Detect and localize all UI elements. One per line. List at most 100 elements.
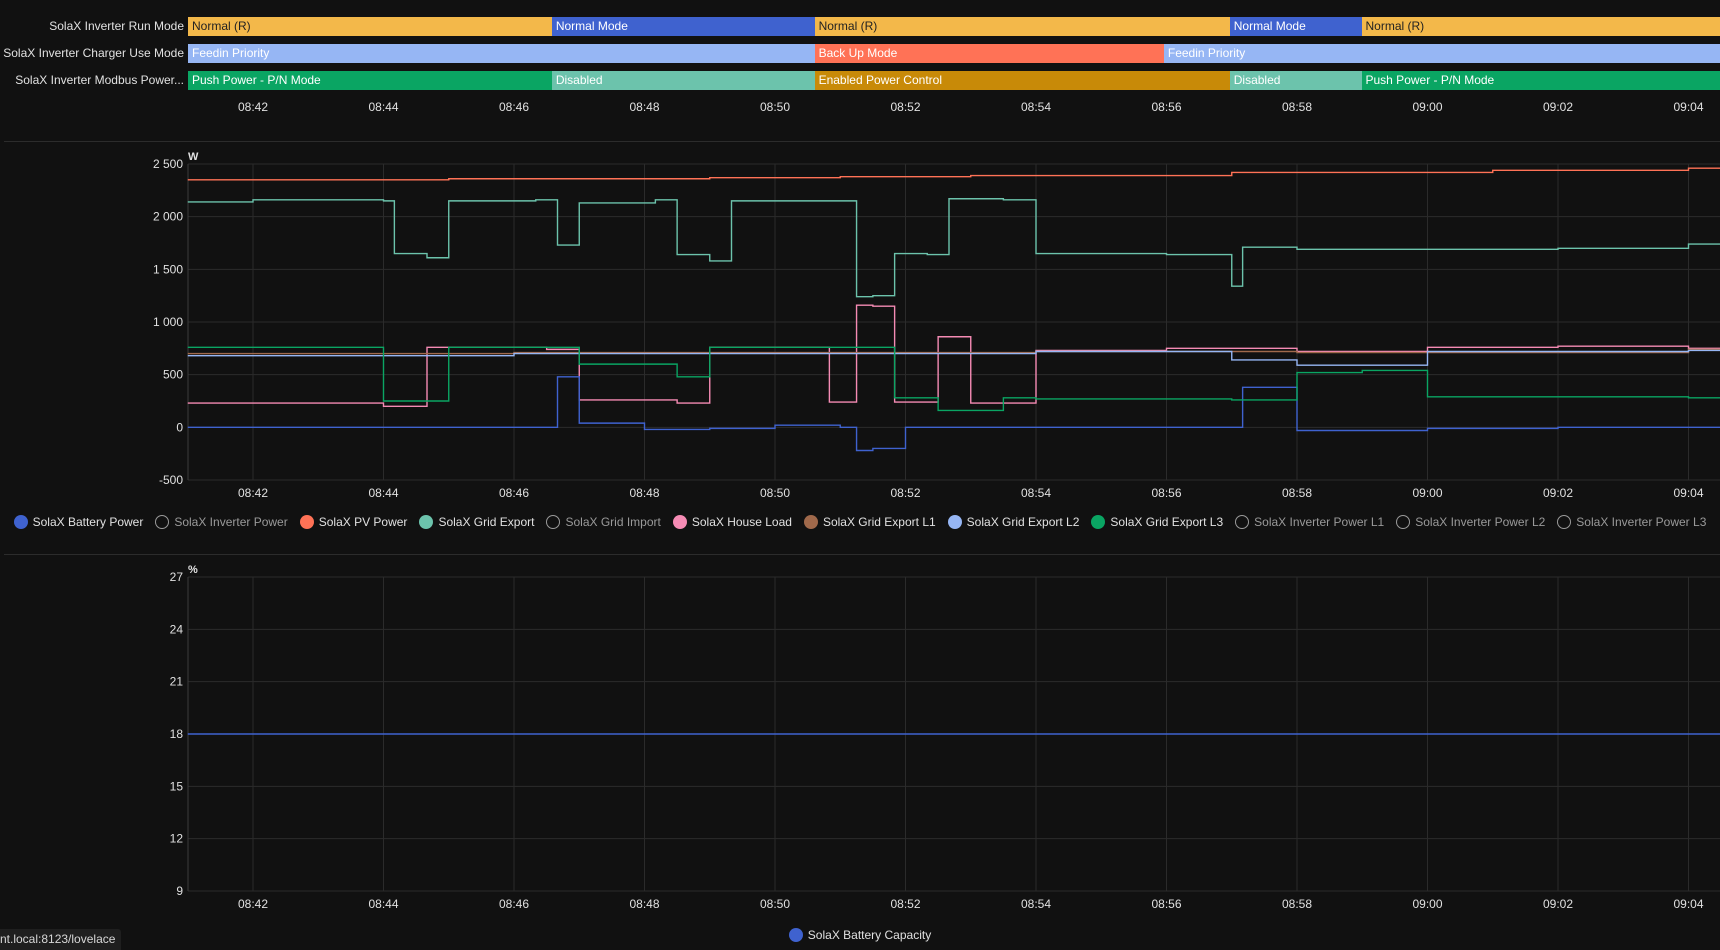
legend-dot-icon (1091, 515, 1106, 529)
x-tick-label: 08:42 (238, 897, 268, 911)
legend-label: SolaX House Load (691, 515, 792, 529)
power-chart: 2 500 2 000 1 500 1 000 500 0 -500 08:42 08:44 08… (0, 142, 1720, 532)
legend-item[interactable]: SolaX Grid Export L2 (947, 515, 1079, 529)
x-tick-label: 08:50 (760, 897, 790, 911)
legend-item[interactable]: SolaX House Load (672, 515, 792, 529)
y-tick-label: 15 (170, 779, 184, 793)
legend-item[interactable]: SolaX Inverter Power L1 (1235, 515, 1384, 529)
timeline-segment[interactable]: Normal Mode (1229, 17, 1362, 36)
legend-item[interactable]: SolaX Inverter Power L3 (1557, 515, 1706, 529)
legend-dot-icon (803, 515, 818, 529)
timeline-segment[interactable]: Push Power - P/N Mode (1361, 71, 1720, 90)
y-tick-label: -500 (159, 473, 183, 487)
timeline-segment[interactable]: Normal Mode (551, 17, 815, 36)
legend-label: SolaX Grid Export L3 (1110, 515, 1224, 529)
legend-item[interactable]: SolaX Battery Capacity (788, 928, 932, 942)
legend-item[interactable]: SolaX PV Power (299, 515, 408, 529)
legend-dot-icon (299, 515, 314, 529)
legend-item[interactable]: SolaX Grid Import (546, 515, 661, 529)
timeline-time-label: 09:04 (1673, 100, 1704, 114)
battery-chart-svg: 27 24 21 18 15 12 9 08:42 08:44 08:46 08:48 08:50 08… (170, 564, 1720, 911)
legend-dot-icon (546, 515, 561, 529)
x-tick-label: 08:46 (499, 897, 529, 911)
x-tick-label: 08:50 (760, 486, 790, 500)
x-tick-label: 08:56 (1151, 486, 1181, 500)
legend-label: SolaX Grid Import (565, 515, 661, 529)
timeline-row-label: SolaX Inverter Run Mode (49, 19, 184, 33)
y-tick-label: 500 (163, 368, 183, 382)
x-tick-label: 08:48 (629, 897, 659, 911)
y-tick-label: 27 (170, 570, 184, 584)
timeline-time-label: 08:58 (1281, 100, 1313, 114)
legend-item[interactable]: SolaX Grid Export L1 (803, 515, 936, 529)
legend-dot-icon (419, 515, 434, 529)
timeline-segment[interactable]: Push Power - P/N Mode (188, 71, 552, 90)
legend-label: SolaX Grid Export (438, 515, 535, 529)
power-legend: SolaX Battery Power SolaX Inverter Power S… (0, 515, 1720, 529)
timeline-segment[interactable]: Normal (R) (814, 17, 1230, 36)
y-tick-label: 9 (176, 884, 183, 898)
series-line-solax-grid-export (187, 198, 1720, 298)
x-tick-label: 09:00 (1412, 486, 1442, 500)
x-tick-label: 08:52 (890, 897, 920, 911)
legend-item[interactable]: SolaX Inverter Power (155, 515, 288, 529)
legend-dot-icon (13, 515, 28, 529)
x-tick-label: 08:48 (629, 486, 659, 500)
y-tick-label: 0 (176, 420, 183, 434)
legend-label: SolaX Battery Capacity (807, 928, 932, 942)
timeline-time-label: 08:44 (368, 100, 399, 114)
legend-item[interactable]: SolaX Battery Power (13, 515, 144, 529)
legend-dot-icon (155, 515, 170, 529)
y-tick-label: 18 (170, 727, 184, 741)
y-tick-label: 1 000 (153, 315, 183, 329)
timeline-time-label: 08:50 (759, 100, 791, 114)
legend-dot-icon (1235, 515, 1250, 529)
legend-label: SolaX PV Power (318, 515, 408, 529)
series-line-solax-battery-power (187, 376, 1720, 452)
x-tick-label: 08:46 (499, 486, 529, 500)
status-bar-url: nt.local:8123/lovelace (0, 929, 122, 950)
battery-chart: 27 24 21 18 15 12 9 08:42 08:44 08:46 08:48 08:50 08… (0, 554, 1720, 914)
legend-dot-icon (788, 928, 803, 942)
legend-dot-icon (672, 515, 687, 529)
legend-item[interactable]: SolaX Grid Export L3 (1091, 515, 1223, 529)
x-tick-label: 08:42 (238, 486, 268, 500)
y-tick-label: 21 (170, 675, 184, 689)
timeline-segment[interactable]: Back Up Mode (814, 44, 1164, 63)
legend-label: SolaX Inverter Power L1 (1254, 515, 1385, 529)
timeline-time-label: 08:48 (629, 100, 660, 114)
timeline-time-label: 08:54 (1020, 100, 1052, 114)
x-tick-label: 08:58 (1282, 486, 1312, 500)
series-line-solax-grid-export-l3 (187, 346, 1720, 412)
y-tick-label: 24 (170, 622, 184, 636)
legend-dot-icon (1396, 515, 1411, 529)
timeline-segment[interactable]: Disabled (1229, 71, 1362, 90)
timeline-row-label: SolaX Inverter Modbus Power... (15, 73, 184, 87)
timeline-time-label: 09:02 (1542, 100, 1574, 114)
y-tick-label: 2 000 (153, 210, 183, 224)
y-unit-label: W (188, 151, 199, 163)
y-tick-label: 2 500 (153, 157, 183, 171)
legend-dot-icon (947, 515, 962, 529)
x-tick-label: 08:58 (1282, 897, 1312, 911)
timeline-segment[interactable]: Disabled (551, 71, 815, 90)
x-tick-label: 09:00 (1412, 897, 1442, 911)
timeline-segment[interactable]: Normal (R) (1361, 17, 1720, 36)
timeline-row-label: SolaX Inverter Charger Use Mode (3, 46, 184, 60)
timeline-segment[interactable]: Enabled Power Control (814, 71, 1230, 90)
timeline-time-label: 08:56 (1151, 100, 1182, 114)
timeline-segment[interactable]: Normal (R) (188, 17, 552, 36)
y-tick-label: 12 (170, 832, 184, 846)
series-line-solax-pv-power (187, 167, 1720, 181)
battery-legend: SolaX Battery Capacity (0, 928, 1720, 942)
timeline-segment[interactable]: Feedin Priority (1163, 44, 1720, 63)
x-tick-label: 08:56 (1151, 897, 1181, 911)
legend-label: SolaX Inverter Power (174, 515, 288, 529)
timeline-segment[interactable]: Feedin Priority (188, 44, 815, 63)
legend-label: SolaX Battery Power (32, 515, 144, 529)
legend-item[interactable]: SolaX Grid Export (419, 515, 534, 529)
legend-item[interactable]: SolaX Inverter Power L2 (1396, 515, 1545, 529)
x-tick-label: 09:02 (1543, 486, 1573, 500)
x-tick-label: 08:44 (368, 897, 398, 911)
power-chart-svg: 2 500 2 000 1 500 1 000 500 0 -500 08:42 08:44 08… (153, 151, 1720, 500)
